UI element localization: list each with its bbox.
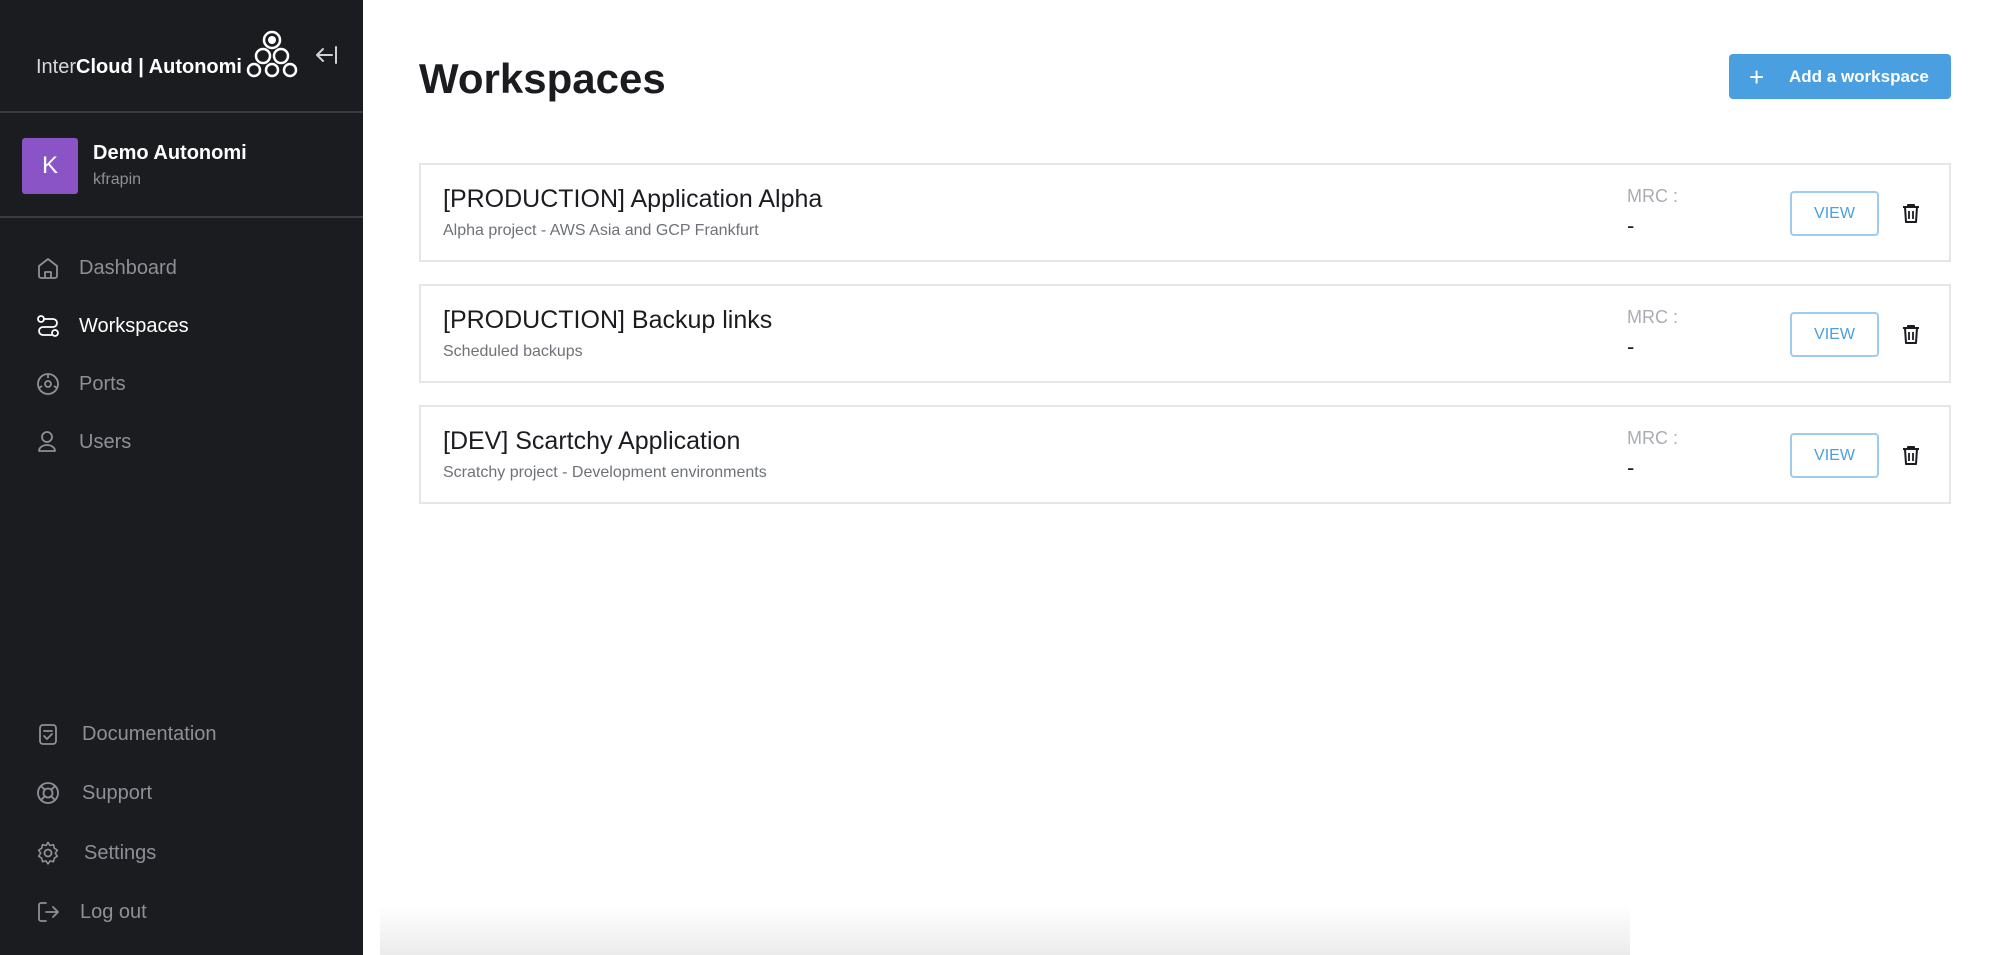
workspace-title: [PRODUCTION] Backup links	[443, 306, 773, 334]
view-button[interactable]: VIEW	[1790, 191, 1879, 236]
sidebar-item-dashboard[interactable]: Dashboard	[0, 246, 363, 290]
workspace-card: [PRODUCTION] Backup links Scheduled back…	[419, 284, 1951, 383]
mrc-value: -	[1627, 213, 1635, 238]
sidebar-item-label: Ports	[79, 372, 126, 395]
account-username: kfrapin	[93, 171, 142, 188]
workspace-description: Scheduled backups	[443, 343, 583, 360]
sidebar-item-label: Support	[82, 781, 153, 804]
workspace-description: Alpha project - AWS Asia and GCP Frankfu…	[443, 222, 759, 239]
workflow-icon	[37, 315, 59, 337]
workspace-card: [DEV] Scartchy Application Scratchy proj…	[419, 405, 1951, 504]
brand-logo-icon	[246, 30, 298, 78]
view-button[interactable]: VIEW	[1790, 433, 1879, 478]
workspace-description: Scratchy project - Development environme…	[443, 464, 767, 481]
collapse-sidebar-icon[interactable]	[312, 41, 340, 69]
workspace-title: [DEV] Scartchy Application	[443, 427, 741, 455]
sidebar-item-label: Documentation	[82, 722, 217, 745]
sidebar-item-documentation[interactable]: Documentation	[0, 712, 363, 756]
sidebar-item-support[interactable]: Support	[0, 771, 363, 815]
sidebar-item-workspaces[interactable]: Workspaces	[0, 304, 363, 348]
mrc-label: MRC :	[1627, 307, 1678, 327]
sidebar-item-label: Log out	[80, 900, 147, 923]
users-icon	[38, 431, 56, 452]
brand-header: InterCloud | Autonomi	[0, 0, 363, 113]
sidebar-item-label: Settings	[84, 841, 157, 864]
trash-icon[interactable]	[1899, 443, 1923, 467]
sidebar-item-logout[interactable]: Log out	[0, 890, 363, 934]
mrc-value: -	[1627, 455, 1635, 480]
sidebar: InterCloud | Autonomi K Demo Autonomi kf…	[0, 0, 363, 955]
mrc-label: MRC :	[1627, 428, 1678, 448]
logout-icon	[38, 902, 59, 922]
brand-bold: Cloud	[76, 56, 133, 78]
sidebar-item-users[interactable]: Users	[0, 420, 363, 464]
documentation-icon	[39, 724, 57, 745]
trash-icon[interactable]	[1899, 322, 1923, 346]
view-button[interactable]: VIEW	[1790, 312, 1879, 357]
support-lifebuoy-icon	[37, 782, 59, 804]
brand-name: InterCloud | Autonomi	[36, 56, 242, 79]
sidebar-item-label: Workspaces	[79, 314, 189, 337]
sidebar-item-ports[interactable]: Ports	[0, 362, 363, 406]
brand-suffix: | Autonomi	[132, 56, 242, 78]
account-name: Demo Autonomi	[93, 142, 247, 164]
mrc-value: -	[1627, 334, 1635, 359]
ports-icon	[37, 373, 59, 395]
sidebar-item-label: Dashboard	[79, 256, 177, 279]
workspace-card: [PRODUCTION] Application Alpha Alpha pro…	[419, 163, 1951, 262]
sidebar-item-label: Users	[79, 430, 132, 453]
trash-icon[interactable]	[1899, 201, 1923, 225]
account-switcher[interactable]: K Demo Autonomi kfrapin	[0, 113, 363, 218]
bottom-shadow	[380, 905, 1630, 955]
sidebar-item-settings[interactable]: Settings	[0, 831, 363, 875]
mrc-label: MRC :	[1627, 186, 1678, 206]
add-workspace-button[interactable]: + Add a workspace	[1729, 54, 1951, 99]
page-title: Workspaces	[419, 55, 666, 102]
gear-icon	[37, 841, 59, 865]
plus-icon: +	[1749, 62, 1765, 92]
avatar: K	[22, 138, 78, 194]
workspace-title: [PRODUCTION] Application Alpha	[443, 185, 823, 213]
brand-prefix: Inter	[36, 56, 77, 78]
add-workspace-label: Add a workspace	[1789, 67, 1929, 86]
home-icon	[38, 258, 58, 279]
